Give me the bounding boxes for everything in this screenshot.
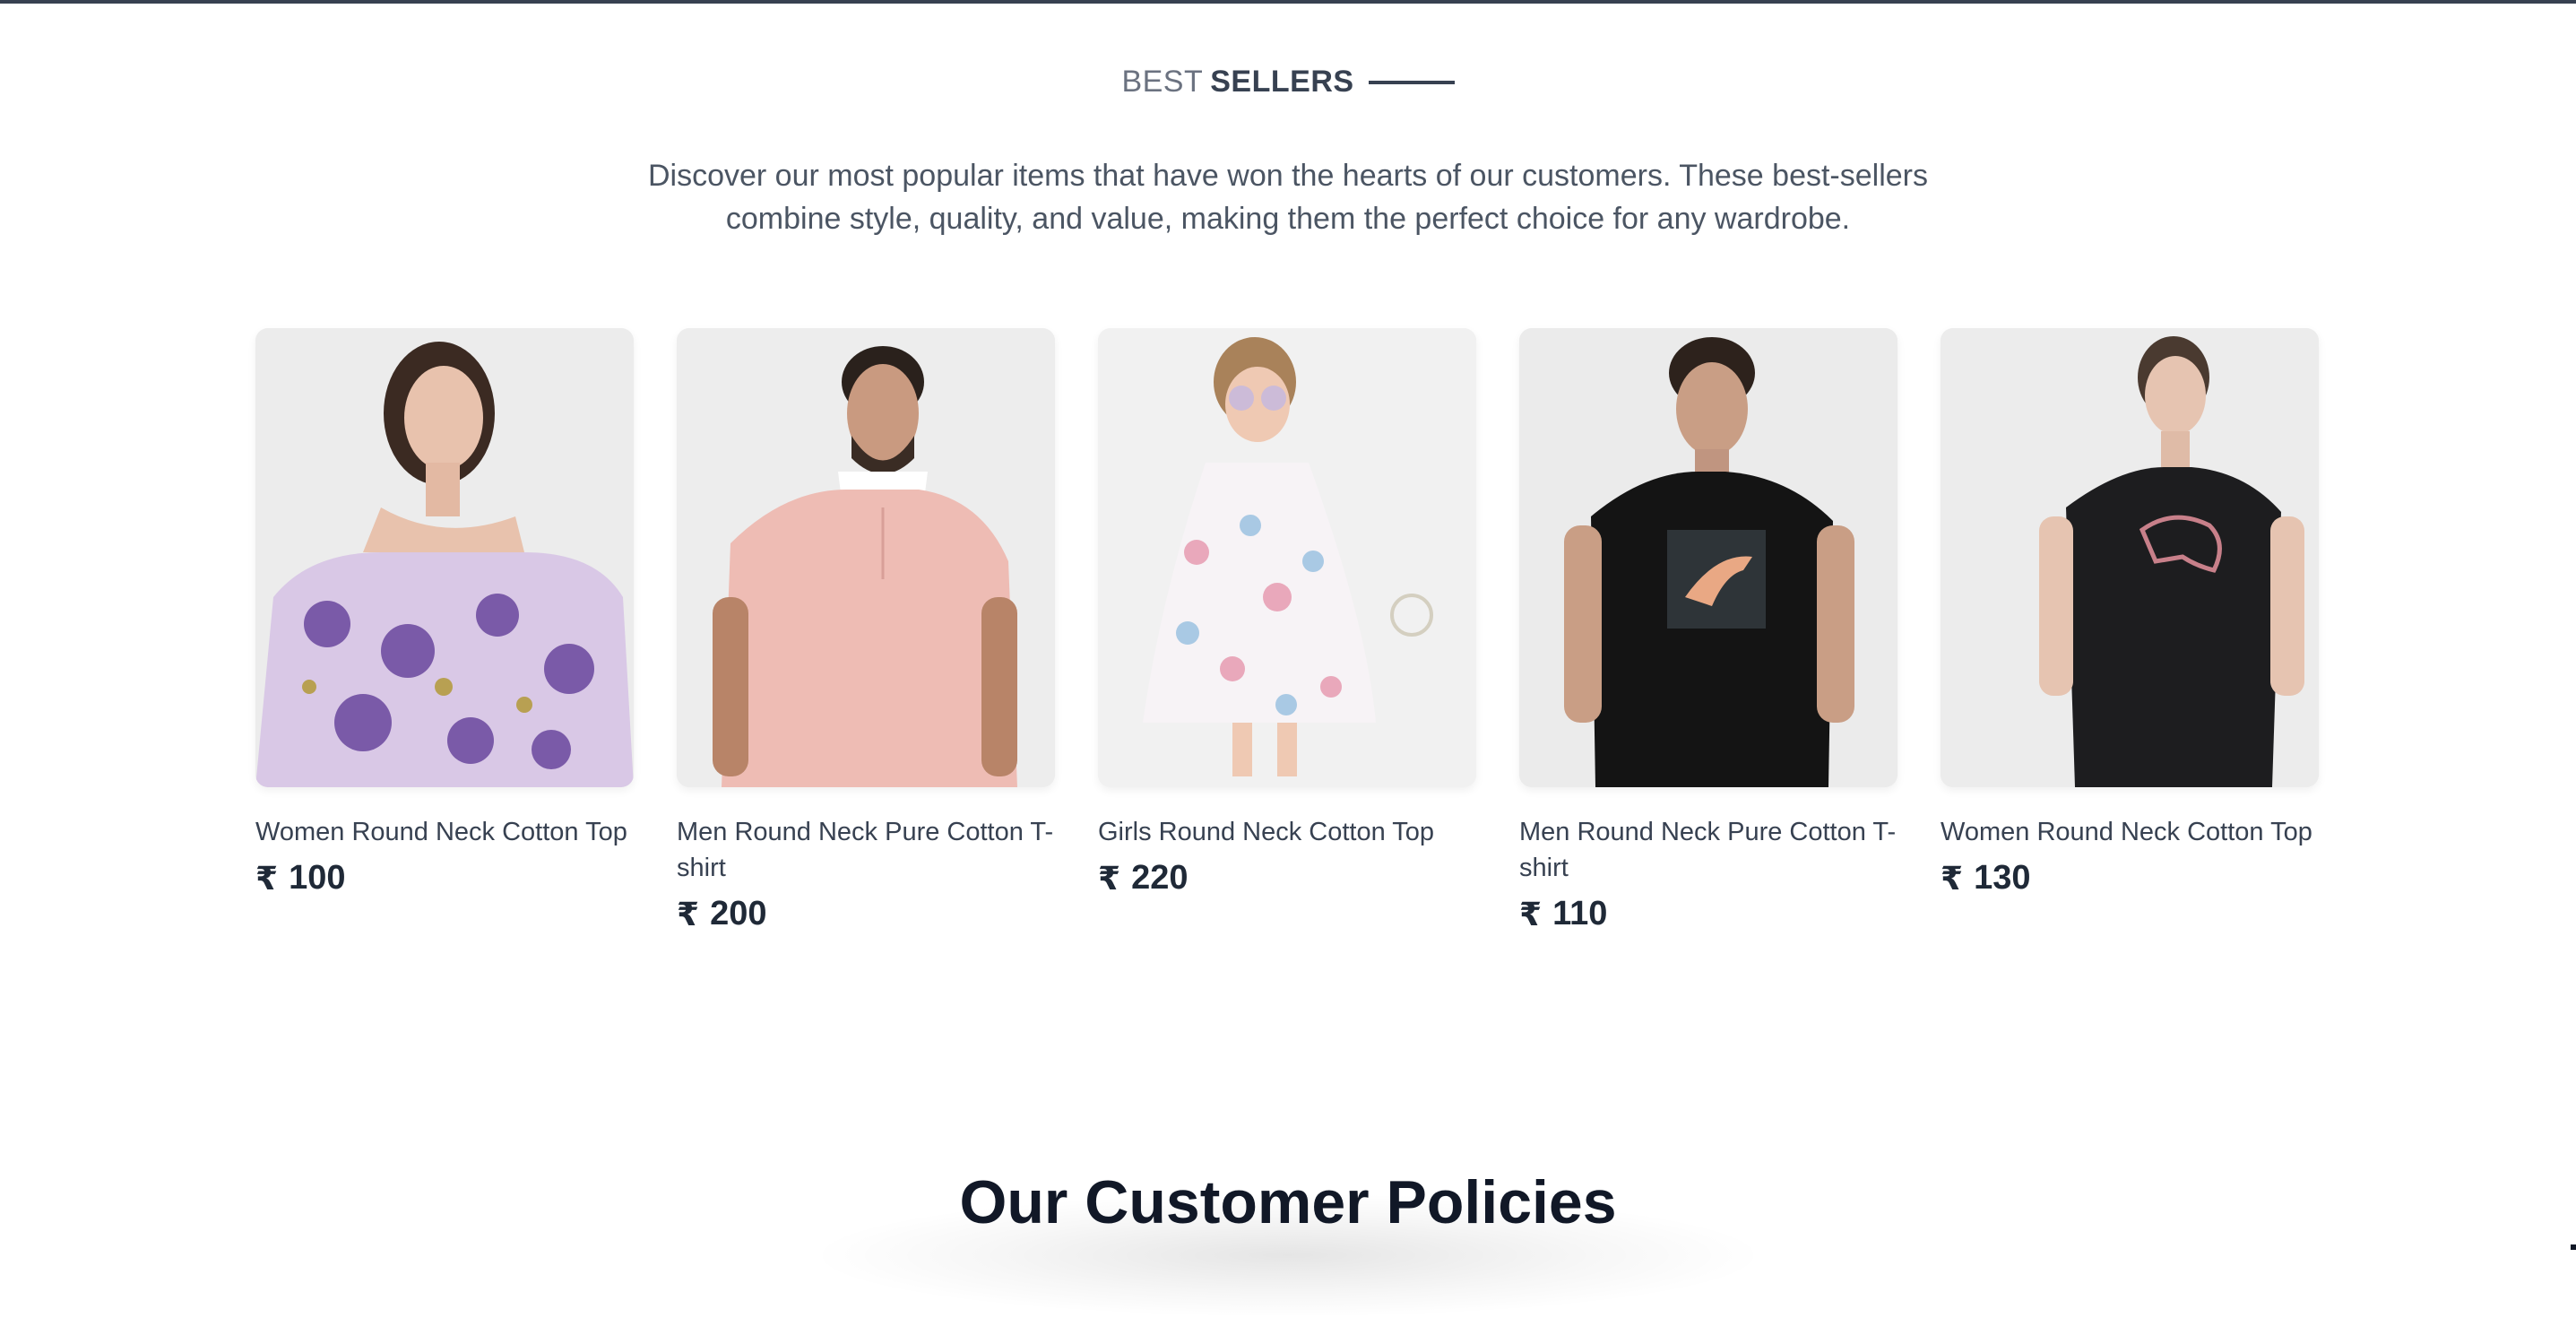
- price-value: 130: [1974, 859, 2030, 897]
- product-name[interactable]: Men Round Neck Pure Cotton T-shirt: [1519, 814, 1897, 886]
- product-price: ₹ 220: [1098, 859, 1476, 897]
- policies-heading: Our Customer Policies: [0, 1167, 2576, 1237]
- rupee-icon: ₹: [1098, 860, 1120, 897]
- rupee-icon: ₹: [677, 896, 699, 933]
- product-price: ₹ 130: [1941, 859, 2319, 897]
- rupee-icon: ₹: [1941, 860, 1963, 897]
- product-name[interactable]: Women Round Neck Cotton Top: [1941, 814, 2319, 850]
- product-card[interactable]: Women Round Neck Cotton Top ₹ 100: [255, 328, 634, 933]
- price-value: 200: [710, 895, 766, 933]
- heading-bold-text: SELLERS: [1210, 65, 1353, 100]
- product-price: ₹ 100: [255, 859, 634, 897]
- product-name[interactable]: Women Round Neck Cotton Top: [255, 814, 634, 850]
- product-image[interactable]: [1519, 328, 1897, 787]
- rupee-icon: ₹: [255, 860, 278, 897]
- corner-marker: [2571, 1244, 2576, 1250]
- product-name[interactable]: Men Round Neck Pure Cotton T-shirt: [677, 814, 1055, 886]
- product-card[interactable]: Men Round Neck Pure Cotton T-shirt ₹ 110: [1519, 328, 1897, 933]
- product-image[interactable]: [1941, 328, 2319, 787]
- product-image[interactable]: [255, 328, 634, 787]
- woman-floral-top-photo: [255, 328, 634, 787]
- price-value: 110: [1552, 895, 1607, 933]
- heading-light-text: BEST: [1121, 65, 1203, 100]
- top-border: [0, 0, 2576, 4]
- product-price: ₹ 110: [1519, 895, 1897, 933]
- product-grid: Women Round Neck Cotton Top ₹ 100 Men Ro…: [255, 328, 2317, 933]
- product-card[interactable]: Men Round Neck Pure Cotton T-shirt ₹ 200: [677, 328, 1055, 933]
- man-pink-polo-photo: [677, 328, 1055, 787]
- product-card[interactable]: Women Round Neck Cotton Top ₹ 130: [1941, 328, 2319, 933]
- man-black-tshirt-photo: [1519, 328, 1897, 787]
- product-image[interactable]: [1098, 328, 1476, 787]
- rupee-icon: ₹: [1519, 896, 1542, 933]
- woman-black-tshirt-photo: [1941, 328, 2319, 787]
- product-name[interactable]: Girls Round Neck Cotton Top: [1098, 814, 1476, 850]
- intro-text: Discover our most popular items that hav…: [627, 154, 1949, 240]
- product-image[interactable]: [677, 328, 1055, 787]
- price-value: 220: [1131, 859, 1188, 897]
- product-price: ₹ 200: [677, 895, 1055, 933]
- heading-underline: [1369, 81, 1455, 84]
- price-value: 100: [289, 859, 345, 897]
- girl-floral-dress-photo: [1098, 328, 1476, 787]
- product-card[interactable]: Girls Round Neck Cotton Top ₹ 220: [1098, 328, 1476, 933]
- section-heading: BEST SELLERS: [0, 65, 2576, 100]
